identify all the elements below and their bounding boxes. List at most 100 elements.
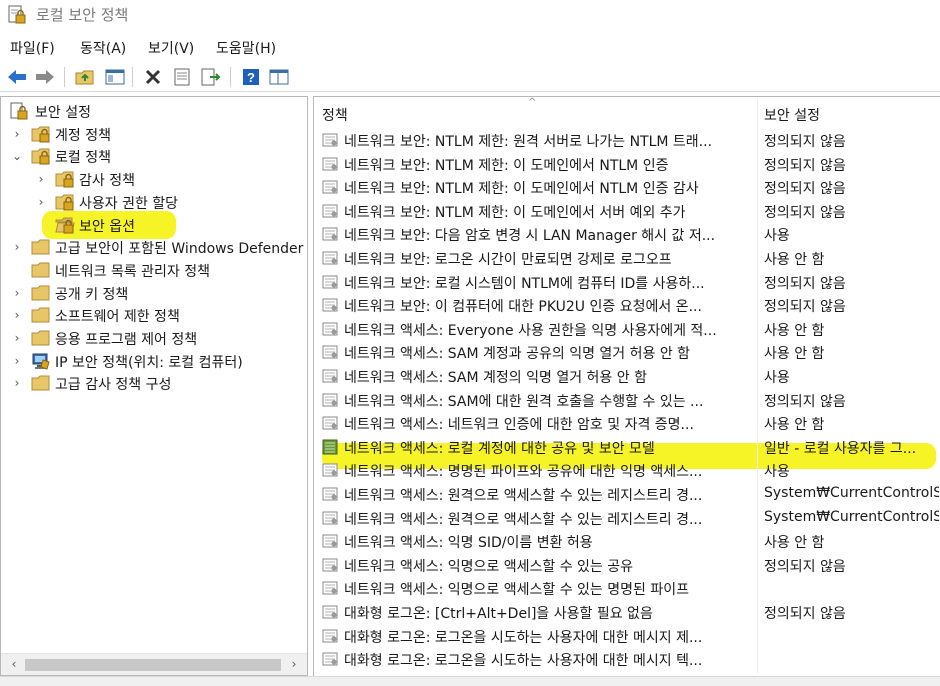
ip-security-icon [32,353,50,370]
policy-item-icon [322,534,338,548]
policy-item-icon [322,157,338,171]
tree-item-user-rights-assignment[interactable]: › 사용자 권한 할당 [1,192,307,214]
tree-item-label: 사용자 권한 할당 [79,195,179,212]
policy-row[interactable]: 네트워크 액세스: 네트워크 인증에 대한 암호 및 자격 증명... 사용 안 … [314,412,940,436]
policy-row[interactable]: 네트워크 액세스: SAM 계정의 익명 열거 허용 안 함 사용 [314,365,940,389]
policy-row[interactable]: 네트워크 액세스: SAM에 대한 원격 호출을 수행할 수 있는 ... 정의되… [314,389,940,413]
policy-name: 네트워크 보안: NTLM 제한: 이 도메인에서 서버 예외 추가 [344,204,686,221]
policy-row[interactable]: 네트워크 액세스: 익명 SID/이름 변환 허용 사용 안 함 [314,530,940,554]
policy-row[interactable]: 네트워크 보안: 이 컴퓨터에 대한 PKU2U 인증 요청에서 온... 정의되… [314,294,940,318]
expand-chevron-icon[interactable]: › [35,172,47,186]
menu-view[interactable]: 보기(V) [148,38,194,58]
expand-chevron-icon[interactable]: › [11,354,23,368]
policy-row[interactable]: 네트워크 보안: 로그온 시간이 만료되면 강제로 로그오프 사용 안 함 [314,247,940,271]
policy-item-icon [322,629,338,643]
column-header-setting[interactable]: 보안 설정 [760,97,940,127]
policy-row[interactable]: 대화형 로그온: [Ctrl+Alt+Del]을 사용할 필요 없음 정의되지 않… [314,601,940,625]
scroll-right-arrow[interactable]: › [287,657,301,671]
collapse-chevron-icon[interactable]: ⌄ [11,149,23,163]
column-header-policy[interactable]: 정책 ^ [314,97,754,127]
policy-row[interactable]: 네트워크 보안: NTLM 제한: 이 도메인에서 NTLM 인증 정의되지 않음 [314,153,940,177]
policy-item-icon [322,487,338,501]
expand-chevron-icon[interactable]: › [11,376,23,390]
policy-name: 네트워크 액세스: Everyone 사용 권한을 익명 사용자에게 적... [344,322,717,339]
tree-pane[interactable]: 보안 설정 › 계정 정책 ⌄ 로컬 정책 › 감사 정책 › 사용자 권한 할당 보안 옵션 ›… [0,96,308,676]
policy-item-icon [322,133,338,147]
export-list-icon[interactable] [200,66,222,88]
forward-arrow-icon[interactable] [34,66,56,88]
expand-chevron-icon[interactable]: › [11,308,23,322]
expand-chevron-icon[interactable]: › [11,286,23,300]
policy-list-pane[interactable]: 정책 ^ 보안 설정 네트워크 보안: NTLM 제한: 원격 서버로 나가는 … [313,96,940,676]
expand-chevron-icon[interactable]: › [11,331,23,345]
scroll-left-arrow[interactable]: ‹ [7,657,21,671]
policy-name: 네트워크 보안: 로그온 시간이 만료되면 강제로 로그오프 [344,252,672,268]
policy-item-icon [322,204,338,218]
folder-lock-icon [55,194,74,211]
properties-icon[interactable] [171,66,193,88]
folder-lock-icon [55,171,74,188]
folder-icon [31,285,50,301]
tree-item-network-list-manager[interactable]: 네트워크 목록 관리자 정책 [1,260,307,282]
security-policy-app-icon [8,5,26,24]
tree-horizontal-scrollbar[interactable]: ‹ › [1,653,307,675]
menu-help[interactable]: 도움말(H) [216,38,276,58]
policy-setting-value: 사용 안 함 [764,322,825,339]
column-header-policy-label: 정책 [322,108,348,124]
policy-item-icon [322,393,338,407]
up-folder-icon[interactable] [74,66,96,88]
tree-item-software-restriction[interactable]: › 소프트웨어 제한 정책 [1,305,307,327]
menu-file[interactable]: 파일(F) [10,38,55,58]
scroll-thumb[interactable] [25,659,281,671]
policy-row[interactable]: 네트워크 액세스: 명명된 파이프와 공유에 대한 익명 액세스... 사용 [314,459,940,483]
policy-row[interactable]: 네트워크 보안: NTLM 제한: 원격 서버로 나가는 NTLM 트래... 정… [314,129,940,153]
menu-action[interactable]: 동작(A) [80,38,126,58]
tree-item-advanced-audit[interactable]: › 고급 감사 정책 구성 [1,373,307,395]
policy-setting-value: System₩CurrentControlS... [764,485,939,501]
expand-chevron-icon[interactable]: › [35,195,47,209]
policy-item-icon [322,605,338,619]
policy-row[interactable]: 네트워크 액세스: 원격으로 액세스할 수 있는 레지스트리 경... Syste… [314,507,940,531]
view-icon[interactable] [268,66,290,88]
tree-item-account-policy[interactable]: › 계정 정책 [1,124,307,146]
help-icon[interactable]: ? [240,66,262,88]
policy-row[interactable]: 네트워크 액세스: Everyone 사용 권한을 익명 사용자에게 적... 사… [314,318,940,342]
tree-item-public-key-policy[interactable]: › 공개 키 정책 [1,283,307,305]
back-arrow-icon[interactable] [6,66,28,88]
policy-row[interactable]: 네트워크 보안: 로컬 시스템이 NTLM에 컴퓨터 ID를 사용하... 정의되… [314,271,940,295]
tree-item-label: 응용 프로그램 제어 정책 [55,332,198,348]
policy-setting-value: 정의되지 않음 [764,157,846,174]
policy-row[interactable]: 네트워크 액세스: 익명으로 액세스할 수 있는 명명된 파이프 [314,577,940,601]
expand-chevron-icon[interactable] [35,218,47,232]
policy-setting-value: 정의되지 않음 [764,275,846,292]
show-hide-tree-icon[interactable] [104,66,126,88]
policy-item-icon [322,652,338,666]
tree-item-security-options[interactable]: 보안 옵션 [1,215,307,237]
policy-name: 네트워크 액세스: 네트워크 인증에 대한 암호 및 자격 증명... [344,417,694,434]
tree-item-ip-security[interactable]: › IP 보안 정책(위치: 로컬 컴퓨터) [1,351,307,373]
expand-chevron-icon[interactable]: › [11,127,23,141]
tree-item-local-policy[interactable]: ⌄ 로컬 정책 [1,146,307,168]
expand-chevron-icon[interactable]: › [11,240,23,254]
policy-item-icon [322,463,338,477]
column-header-setting-label: 보안 설정 [764,108,820,124]
policy-row[interactable]: 네트워크 액세스: 로컬 계정에 대한 공유 및 보안 모델 일반 - 로컬 사용… [314,436,940,460]
folder-icon [31,239,50,255]
tree-item-application-control[interactable]: › 응용 프로그램 제어 정책 [1,328,307,350]
policy-modified-icon [322,439,338,455]
policy-setting-value: 정의되지 않음 [764,606,846,622]
policy-setting-value: 정의되지 않음 [764,299,846,316]
policy-row[interactable]: 대화형 로그온: 로그온을 시도하는 사용자에 대한 메시지 제... [314,625,940,649]
delete-icon[interactable] [142,66,164,88]
tree-item-windows-defender-firewall[interactable]: › 고급 보안이 포함된 Windows Defender [1,237,307,259]
policy-row[interactable]: 네트워크 액세스: 익명으로 액세스할 수 있는 공유 정의되지 않음 [314,554,940,578]
expand-chevron-icon[interactable] [11,263,23,277]
policy-name: 대화형 로그온: [Ctrl+Alt+Del]을 사용할 필요 없음 [344,606,653,622]
policy-row[interactable]: 네트워크 액세스: 원격으로 액세스할 수 있는 레지스트리 경... Syste… [314,483,940,507]
policy-row[interactable]: 네트워크 액세스: SAM 계정과 공유의 익명 열거 허용 안 함 사용 안 함 [314,341,940,365]
tree-item-audit-policy[interactable]: › 감사 정책 [1,169,307,191]
policy-row[interactable]: 네트워크 보안: 다음 암호 변경 시 LAN Manager 해시 값 저..… [314,223,940,247]
policy-row[interactable]: 네트워크 보안: NTLM 제한: 이 도메인에서 NTLM 인증 감사 정의되지… [314,176,940,200]
policy-row[interactable]: 네트워크 보안: NTLM 제한: 이 도메인에서 서버 예외 추가 정의되지 않… [314,200,940,224]
policy-row[interactable]: 대화형 로그온: 로그온을 시도하는 사용자에 대한 메시지 텍... [314,648,940,672]
